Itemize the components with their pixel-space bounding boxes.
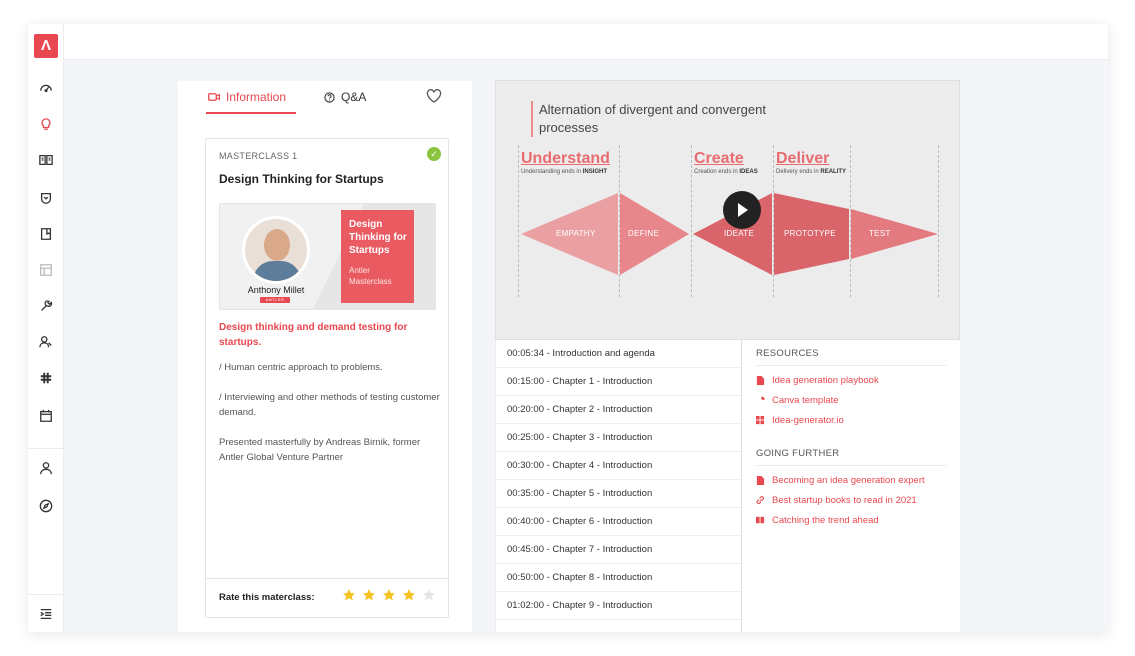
antler-logo[interactable]: Λ xyxy=(34,34,58,58)
masterclass-card: MASTERCLASS 1 ✓ Design Thinking for Star… xyxy=(205,138,449,618)
test-shape xyxy=(851,209,938,259)
star-empty-icon[interactable] xyxy=(422,588,436,602)
resource-label: Becoming an idea generation expert xyxy=(772,474,925,486)
top-bar xyxy=(64,24,1108,60)
chapter-item[interactable]: 00:50:00 - Chapter 8 - Introduction xyxy=(496,564,741,592)
pdf-icon xyxy=(756,375,765,385)
grid-icon xyxy=(756,415,765,424)
resource-link[interactable]: Idea-generator.io xyxy=(756,410,946,430)
avatar-body xyxy=(253,261,301,281)
masterclass-title: Design Thinking for Startups xyxy=(219,172,384,186)
active-tab-indicator xyxy=(206,112,296,114)
chapter-item[interactable]: 00:35:00 - Chapter 5 - Introduction xyxy=(496,480,741,508)
star-filled-icon[interactable] xyxy=(382,588,396,602)
resource-link[interactable]: Becoming an idea generation expert xyxy=(756,470,946,490)
star-filled-icon[interactable] xyxy=(342,588,356,602)
book-cover: Design Thinking for Startups Antler Mast… xyxy=(341,210,414,303)
completed-check-icon: ✓ xyxy=(427,147,441,161)
tab-qa-label: Q&A xyxy=(341,90,367,104)
tab-bar: Information Q&A xyxy=(178,81,472,115)
chapter-item[interactable]: 00:30:00 - Chapter 4 - Introduction xyxy=(496,452,741,480)
resource-label: Canva template xyxy=(772,394,839,406)
tab-information[interactable]: Information xyxy=(208,90,286,104)
heart-icon[interactable] xyxy=(426,89,442,103)
resource-link[interactable]: Catching the trend ahead xyxy=(756,510,946,530)
resource-link[interactable]: Canva template xyxy=(756,390,946,410)
resource-label: Idea-generator.io xyxy=(772,414,844,426)
video-icon xyxy=(756,516,765,523)
rating-label: Rate this materclass: xyxy=(219,592,315,603)
layout-icon[interactable] xyxy=(28,258,64,282)
chapter-item[interactable]: 00:05:34 - Introduction and agenda xyxy=(496,340,741,368)
slack-icon[interactable] xyxy=(28,366,64,390)
resources-list: Idea generation playbook Canva template Id… xyxy=(756,370,946,430)
stage-label: IDEATE xyxy=(724,229,755,238)
video-player[interactable]: Alternation of divergent and convergent … xyxy=(495,80,960,340)
chapter-item[interactable]: 00:15:00 - Chapter 1 - Introduction xyxy=(496,368,741,396)
going-further-heading: GOING FURTHER xyxy=(756,448,946,466)
presenter-avatar xyxy=(242,216,310,284)
sidebar-divider xyxy=(28,448,64,449)
resource-label: Idea generation playbook xyxy=(772,374,879,386)
pdf-icon xyxy=(756,475,765,485)
rating-stars[interactable] xyxy=(342,588,436,602)
info-panel: Information Q&A MASTERCLASS 1 ✓ Design T… xyxy=(178,81,472,632)
calendar-icon[interactable] xyxy=(28,404,64,428)
resource-link[interactable]: Idea generation playbook xyxy=(756,370,946,390)
chapter-item[interactable]: 00:45:00 - Chapter 7 - Introduction xyxy=(496,536,741,564)
play-button[interactable] xyxy=(723,191,761,229)
compass-icon[interactable] xyxy=(28,494,64,518)
sidebar: Λ xyxy=(28,24,64,632)
question-icon xyxy=(324,91,335,103)
masterclass-thumbnail[interactable]: Anthony Millet ANTLER Design Thinking fo… xyxy=(219,203,436,310)
antler-brand-badge: ANTLER xyxy=(260,297,290,303)
link-icon xyxy=(756,495,765,504)
avatar-head xyxy=(264,229,290,261)
description-line: / Interviewing and other methods of test… xyxy=(219,392,440,418)
video-icon xyxy=(208,93,220,101)
sidebar-divider xyxy=(28,594,64,595)
tab-qa[interactable]: Q&A xyxy=(324,90,366,104)
chapter-item[interactable]: 00:25:00 - Chapter 3 - Introduction xyxy=(496,424,741,452)
chapter-list: 00:05:34 - Introduction and agenda 00:15:… xyxy=(495,340,742,632)
app-window: Λ Information Q&A MASTERCLASS 1 ✓ Design… xyxy=(28,24,1108,632)
stage-label: EMPATHY xyxy=(556,229,596,238)
chapter-item[interactable]: 00:40:00 - Chapter 6 - Introduction xyxy=(496,508,741,536)
menu-collapse-icon[interactable] xyxy=(28,602,64,626)
users-icon[interactable] xyxy=(28,330,64,354)
resource-link[interactable]: Best startup books to read in 2021 xyxy=(756,490,946,510)
star-filled-icon[interactable] xyxy=(362,588,376,602)
user-icon[interactable] xyxy=(28,456,64,480)
tab-information-label: Information xyxy=(226,90,287,104)
presenter-name: Anthony Millet xyxy=(247,285,305,295)
resources-panel: RESOURCES Idea generation playbook Canva … xyxy=(742,340,960,632)
rating-bar: Rate this materclass: xyxy=(206,578,448,617)
chapter-item[interactable]: 01:02:00 - Chapter 9 - Introduction xyxy=(496,592,741,620)
wrench-icon[interactable] xyxy=(28,294,64,318)
going-further-list: Becoming an idea generation expert Best s… xyxy=(756,470,946,530)
stage-label: PROTOTYPE xyxy=(784,229,836,238)
book-subtitle: Antler Masterclass xyxy=(349,266,392,286)
lightbulb-icon[interactable] xyxy=(28,112,64,136)
shield-icon[interactable] xyxy=(28,186,64,210)
book-open-icon[interactable] xyxy=(28,148,64,172)
notebook-icon[interactable] xyxy=(28,222,64,246)
masterclass-headline: Design thinking and demand testing for s… xyxy=(219,322,408,348)
book-title: Design Thinking for Startups xyxy=(349,219,407,256)
chapter-item[interactable]: 00:20:00 - Chapter 2 - Introduction xyxy=(496,396,741,424)
masterclass-eyebrow: MASTERCLASS 1 xyxy=(219,151,298,161)
stage-label: TEST xyxy=(869,229,891,238)
resource-label: Catching the trend ahead xyxy=(772,514,879,526)
resource-label: Best startup books to read in 2021 xyxy=(772,494,917,506)
description-line: / Human centric approach to problems. xyxy=(219,362,383,373)
stage-label: DEFINE xyxy=(628,229,660,238)
dashboard-icon[interactable] xyxy=(28,76,64,100)
resources-heading: RESOURCES xyxy=(756,348,946,366)
description-line: Presented masterfully by Andreas Birnik,… xyxy=(219,437,421,463)
wrench-icon xyxy=(756,396,765,404)
star-filled-icon[interactable] xyxy=(402,588,416,602)
